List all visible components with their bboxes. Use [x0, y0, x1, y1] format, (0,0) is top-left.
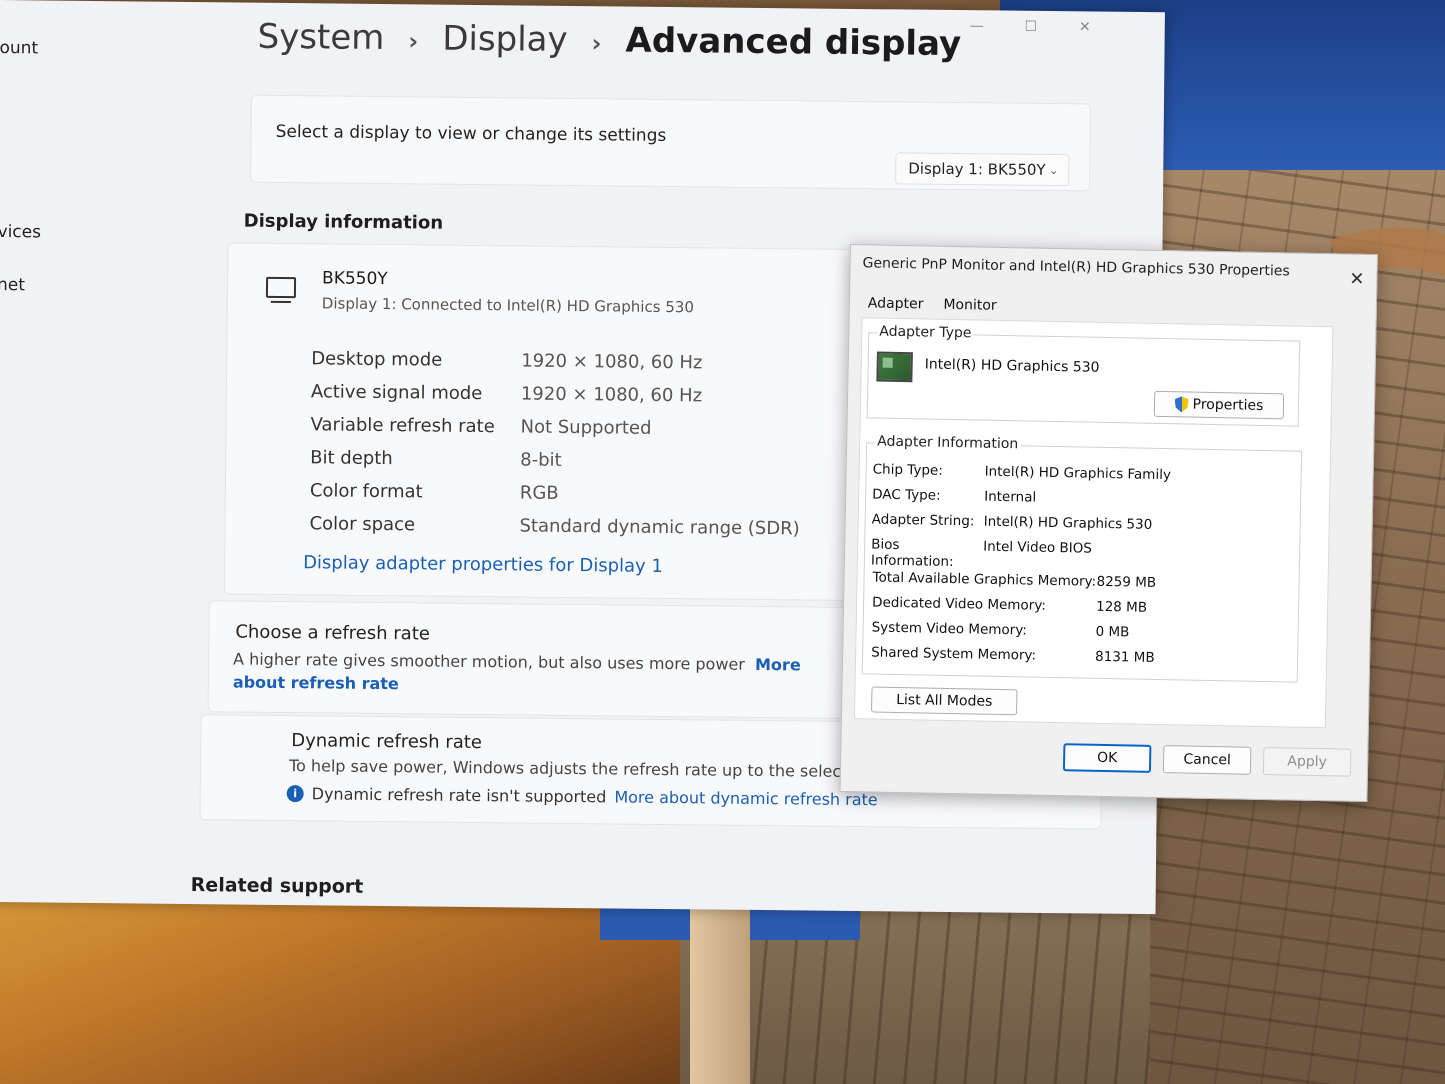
select-display-label: Select a display to view or change its s… — [275, 121, 667, 146]
memory-row: System Video Memory: 0 MB — [871, 619, 1129, 640]
adapter-info-label: Bios Information: — [870, 536, 954, 571]
adapter-properties-dialog: Generic PnP Monitor and Intel(R) HD Grap… — [839, 244, 1378, 803]
nav-item-accounts[interactable]: ount — [0, 38, 38, 58]
info-label: Color space — [309, 513, 416, 536]
chevron-down-icon: ⌄ — [1048, 163, 1059, 177]
close-icon[interactable]: ✕ — [1075, 19, 1095, 35]
memory-value: 128 MB — [1095, 598, 1148, 616]
adapter-info-label: Adapter String: — [871, 511, 975, 530]
adapter-type-label: Adapter Type — [877, 323, 974, 342]
monitor-icon — [265, 276, 297, 299]
display-connection: Display 1: Connected to Intel(R) HD Grap… — [321, 294, 695, 317]
adapter-info-value: Internal — [984, 488, 1037, 506]
minimize-icon[interactable]: — — [967, 18, 987, 34]
info-value: Not Supported — [520, 416, 652, 439]
adapter-info-value: Intel(R) HD Graphics 530 — [983, 513, 1153, 533]
dynamic-refresh-warning-text: Dynamic refresh rate isn't supported — [311, 784, 607, 807]
memory-label: Total Available Graphics Memory: — [872, 569, 1097, 590]
adapter-tab-panel: Adapter Type Intel(R) HD Graphics 530 Pr… — [853, 317, 1334, 729]
info-label: Color format — [309, 480, 423, 503]
adapter-information-label: Adapter Information — [875, 433, 1021, 453]
info-label: Bit depth — [310, 447, 393, 470]
memory-value: 0 MB — [1095, 623, 1130, 641]
memory-row: Dedicated Video Memory: 128 MB — [872, 594, 1147, 615]
adapter-info-row: Adapter String: Intel(R) HD Graphics 530 — [872, 511, 1153, 532]
info-row: Desktop mode 1920 × 1080, 60 Hz — [311, 348, 831, 374]
memory-value: 8259 MB — [1096, 573, 1157, 591]
breadcrumb-system[interactable]: System — [257, 17, 384, 58]
refresh-rate-description-text: A higher rate gives smoother motion, but… — [233, 649, 745, 674]
window-controls: — ☐ ✕ — [967, 18, 1095, 35]
memory-row: Shared System Memory: 8131 MB — [871, 644, 1155, 665]
graphics-card-icon — [876, 351, 913, 383]
dynamic-refresh-title: Dynamic refresh rate — [291, 730, 483, 754]
info-icon: i — [286, 785, 304, 803]
refresh-rate-description: A higher rate gives smoother motion, but… — [233, 647, 853, 699]
memory-label: System Video Memory: — [871, 619, 1027, 639]
shield-icon — [1174, 396, 1188, 412]
memory-label: Shared System Memory: — [871, 644, 1037, 664]
info-value: RGB — [519, 482, 559, 504]
page-title: Advanced display — [625, 20, 962, 65]
more-about-dynamic-refresh-link[interactable]: More about dynamic refresh rate — [614, 787, 878, 809]
tab-monitor[interactable]: Monitor — [941, 295, 999, 316]
info-label: Desktop mode — [311, 348, 443, 371]
adapter-properties-button-label: Properties — [1192, 396, 1264, 414]
adapter-information-group: Adapter Information Chip Type: Intel(R) … — [861, 433, 1303, 683]
info-value: 8-bit — [520, 449, 562, 471]
adapter-type-group: Adapter Type Intel(R) HD Graphics 530 Pr… — [866, 323, 1301, 427]
adapter-info-label: Chip Type: — [872, 461, 943, 479]
display-select-value: Display 1: BK550Y — [908, 159, 1046, 179]
related-support-heading: Related support — [190, 874, 364, 898]
info-row: Bit depth 8-bit — [310, 447, 830, 473]
adapter-type-value: Intel(R) HD Graphics 530 — [924, 356, 1100, 376]
info-row: Color space Standard dynamic range (SDR) — [309, 513, 829, 539]
memory-row: Total Available Graphics Memory: 8259 MB — [872, 569, 1156, 590]
memory-value: 8131 MB — [1094, 648, 1155, 666]
dynamic-refresh-description: To help save power, Windows adjusts the … — [288, 756, 880, 782]
dialog-tabs: Adapter Monitor — [866, 293, 999, 316]
adapter-info-row: DAC Type: Internal — [872, 486, 1036, 505]
adapter-properties-button[interactable]: Properties — [1153, 390, 1285, 420]
display-name: BK550Y — [321, 268, 388, 290]
adapter-info-value: Intel(R) HD Graphics Family — [984, 463, 1172, 484]
apply-button[interactable]: Apply — [1262, 747, 1352, 777]
dialog-title: Generic PnP Monitor and Intel(R) HD Grap… — [862, 255, 1290, 280]
nav-item-devices[interactable]: vices — [0, 222, 41, 242]
ok-button[interactable]: OK — [1062, 743, 1152, 773]
select-display-card: Select a display to view or change its s… — [250, 94, 1091, 192]
refresh-rate-title: Choose a refresh rate — [235, 621, 430, 645]
maximize-icon[interactable]: ☐ — [1021, 19, 1041, 35]
display-select-dropdown[interactable]: Display 1: BK550Y ⌄ — [895, 152, 1070, 187]
adapter-info-row: Chip Type: Intel(R) HD Graphics Family — [873, 461, 1172, 483]
info-row: Active signal mode 1920 × 1080, 60 Hz — [311, 381, 831, 407]
memory-label: Dedicated Video Memory: — [871, 594, 1047, 614]
close-icon[interactable]: ✕ — [1349, 269, 1364, 290]
list-all-modes-button[interactable]: List All Modes — [871, 686, 1018, 716]
info-value: Standard dynamic range (SDR) — [519, 515, 800, 540]
adapter-info-value: Intel Video BIOS — [983, 538, 1093, 557]
info-value: 1920 × 1080, 60 Hz — [521, 350, 703, 374]
cancel-button[interactable]: Cancel — [1162, 745, 1252, 775]
info-value: 1920 × 1080, 60 Hz — [520, 383, 703, 407]
display-adapter-properties-link[interactable]: Display adapter properties for Display 1 — [303, 552, 663, 577]
wallpaper-rock — [0, 880, 700, 1084]
display-information-heading: Display information — [243, 210, 444, 234]
chevron-right-icon: › — [591, 29, 602, 58]
adapter-info-row: Bios Information: Intel Video BIOS — [871, 536, 1092, 572]
adapter-info-label: DAC Type: — [872, 486, 941, 504]
info-label: Variable refresh rate — [310, 414, 495, 438]
breadcrumb-display[interactable]: Display — [442, 19, 568, 60]
info-row: Variable refresh rate Not Supported — [310, 414, 830, 440]
info-label: Active signal mode — [310, 381, 483, 405]
nav-item-network[interactable]: net — [0, 275, 25, 295]
breadcrumb: System › Display › Advanced display — [257, 17, 961, 64]
wallpaper-pillar — [690, 890, 750, 1084]
chevron-right-icon: › — [408, 27, 419, 56]
dynamic-refresh-warning: i Dynamic refresh rate isn't supported M… — [286, 784, 878, 809]
tab-adapter[interactable]: Adapter — [866, 293, 926, 314]
info-row: Color format RGB — [310, 480, 830, 506]
